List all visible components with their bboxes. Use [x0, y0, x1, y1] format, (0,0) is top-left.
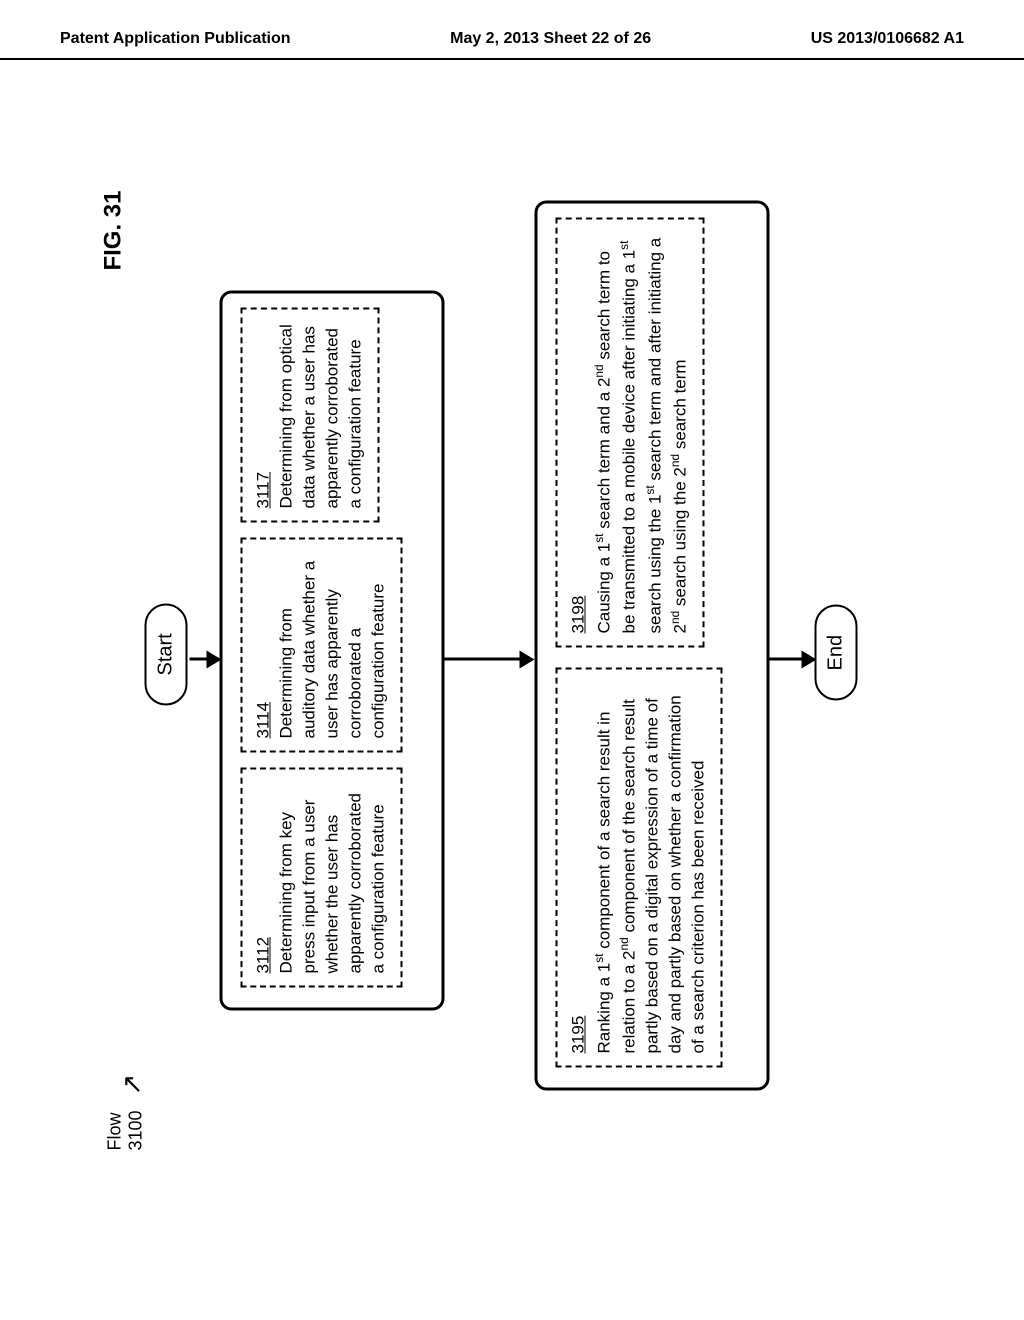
step-3114: 3114 Determining from auditory data whet… [241, 538, 403, 753]
figure-label: FIG. 31 [100, 191, 128, 271]
step-3195: 3195 Ranking a 1st component of a search… [556, 668, 723, 1068]
flowchart: Flow 3100 ↗ FIG. 31 Start 3112 Determini… [85, 131, 940, 1181]
step-text: Determining from optical data whether a … [276, 324, 364, 508]
page-header: Patent Application Publication May 2, 20… [0, 0, 1024, 60]
flow-label: Flow 3100 [105, 1110, 147, 1150]
header-left: Patent Application Publication [60, 30, 291, 48]
step-number: 3112 [254, 937, 273, 974]
process-box-2: 3195 Ranking a 1st component of a search… [535, 201, 770, 1091]
end-terminal: End [815, 605, 858, 701]
arrow-connector [445, 658, 523, 661]
flow-arrow-icon: ↗ [117, 1074, 148, 1096]
arrow-connector [770, 658, 805, 661]
step-number: 3195 [569, 1016, 588, 1054]
step-3198: 3198 Causing a 1st search term and a 2nd… [556, 218, 705, 648]
step-text: Ranking a 1st component of a search resu… [594, 695, 707, 1053]
step-text: Determining from auditory data whether a… [276, 561, 387, 739]
step-text: Determining from key press input from a … [276, 793, 387, 974]
step-number: 3114 [254, 702, 273, 739]
process-box-1: 3112 Determining from key press input fr… [220, 291, 445, 1011]
step-number: 3198 [569, 596, 588, 634]
arrow-head-icon [520, 651, 535, 669]
step-3117: 3117 Determining from optical data wheth… [241, 308, 380, 523]
step-number: 3117 [254, 472, 273, 509]
step-3112: 3112 Determining from key press input fr… [241, 768, 403, 988]
header-center: May 2, 2013 Sheet 22 of 26 [450, 30, 651, 48]
start-terminal: Start [145, 603, 188, 705]
header-right: US 2013/0106682 A1 [811, 30, 964, 48]
diagram-container: Flow 3100 ↗ FIG. 31 Start 3112 Determini… [85, 130, 940, 1180]
step-text: Causing a 1st search term and a 2nd sear… [594, 238, 690, 634]
